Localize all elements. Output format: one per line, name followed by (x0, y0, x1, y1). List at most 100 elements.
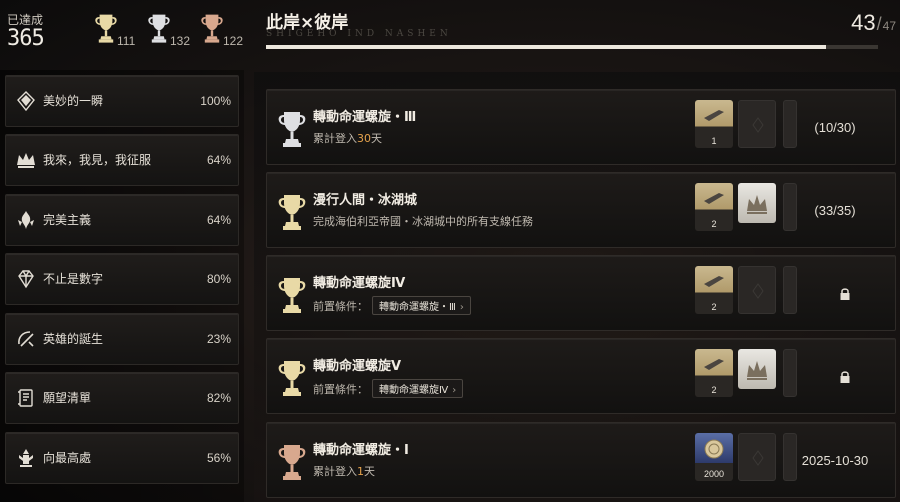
prerequisite-link[interactable]: 轉動命運螺旋Ⅳ › (372, 379, 464, 398)
category-item[interactable]: 向最高處 56% (5, 432, 239, 484)
reward-quantity: 2 (711, 302, 717, 312)
weapon-icon (704, 193, 724, 204)
crown-emblem-icon (747, 361, 767, 380)
reward-item[interactable] (738, 183, 776, 223)
completed-count: 43 (851, 10, 876, 35)
empty-reward-slot (738, 433, 776, 481)
achievement-title: 漫行人間・冰湖城 (313, 193, 418, 208)
achievement-list: 轉動命運螺旋・Ⅲ 累計登入30天 1 (10/30) 漫行人間・冰湖城 完成海伯… (254, 72, 900, 502)
tower-icon (19, 449, 33, 467)
desc-text: 天 (371, 132, 382, 145)
reward-quantity: 2 (711, 219, 717, 229)
diamond-placeholder-icon (752, 283, 764, 299)
desc-text: 累計登入 (313, 465, 357, 478)
diamond-placeholder-icon (752, 450, 764, 466)
empty-reward-slot (783, 349, 797, 397)
category-item[interactable]: 美妙的一瞬 100% (5, 75, 239, 127)
gold-trophy-count: 111 (94, 12, 138, 52)
achievement-description: 完成海伯利亞帝國・冰湖城中的所有支線任務 (313, 215, 533, 228)
achievement-row[interactable]: 轉動命運螺旋Ⅳ 前置條件： 轉動命運螺旋・Ⅲ › 2 (266, 255, 896, 331)
achieved-total: 365 (7, 26, 45, 51)
reward-item[interactable]: 2 (695, 349, 733, 397)
reward-item[interactable]: 2 (695, 183, 733, 231)
gem-icon (18, 270, 34, 289)
desc-highlight: 30 (357, 132, 371, 145)
page-subtitle: SHIGEHO IND NASHEN (266, 29, 452, 39)
achievement-row[interactable]: 轉動命運螺旋・Ⅰ 累計登入1天 2000 2025-10-30 (266, 422, 896, 498)
achievement-row[interactable]: 轉動命運螺旋Ⅴ 前置條件： 轉動命運螺旋Ⅳ › 2 (266, 338, 896, 414)
achievement-title: 轉動命運螺旋・Ⅰ (313, 443, 409, 458)
coin-icon (704, 439, 724, 459)
category-label: 完美主義 (43, 213, 92, 227)
achievement-row[interactable]: 轉動命運螺旋・Ⅲ 累計登入30天 1 (10/30) (266, 89, 896, 165)
prerequisite-name: 轉動命運螺旋・Ⅲ (379, 302, 456, 313)
category-item[interactable]: 完美主義 64% (5, 194, 239, 246)
gold-trophy-icon (277, 193, 307, 233)
empty-reward-slot (738, 266, 776, 314)
achievement-date: 2025-10-30 (801, 453, 869, 468)
prerequisite-label: 前置條件： (313, 383, 368, 396)
category-list: 美妙的一瞬 100% 我來，我見，我征服 64% 完美主義 64% 不止是數字 … (0, 70, 244, 502)
reward-item[interactable] (738, 349, 776, 389)
chevron-right-icon: › (452, 385, 457, 396)
achievement-progress: (10/30) (814, 120, 856, 135)
bronze-trophy-icon (200, 12, 224, 46)
weapon-icon (704, 276, 724, 287)
silver-trophy-icon (147, 12, 171, 46)
crown-emblem-icon (747, 195, 767, 214)
category-percent: 82% (206, 391, 231, 405)
empty-reward-slot (783, 266, 797, 314)
silver-count: 132 (170, 34, 191, 48)
silver-trophy-count: 132 (147, 12, 191, 52)
diamond-placeholder-icon (752, 117, 764, 133)
chevron-right-icon: › (459, 302, 464, 313)
bronze-count: 122 (223, 34, 244, 48)
achievement-prerequisite: 前置條件： 轉動命運螺旋・Ⅲ › (313, 296, 471, 315)
category-percent: 64% (206, 153, 231, 167)
achievement-title: 轉動命運螺旋Ⅳ (313, 276, 406, 291)
gold-trophy-icon (277, 359, 307, 399)
sword-arc-icon (18, 331, 34, 347)
achievement-title: 轉動命運螺旋・Ⅲ (313, 110, 417, 125)
total-count: 47 (882, 19, 896, 33)
reward-quantity: 2 (711, 385, 717, 395)
category-item[interactable]: 我來，我見，我征服 64% (5, 134, 239, 186)
empty-reward-slot (738, 100, 776, 148)
reward-item[interactable]: 2000 (695, 433, 733, 481)
category-percent: 80% (206, 272, 231, 286)
prerequisite-link[interactable]: 轉動命運螺旋・Ⅲ › (372, 296, 471, 315)
achievement-prerequisite: 前置條件： 轉動命運螺旋Ⅳ › (313, 379, 464, 398)
completion-progress-bar (266, 45, 878, 49)
achievement-title: 轉動命運螺旋Ⅴ (313, 359, 402, 374)
scroll-icon (18, 389, 33, 407)
category-item[interactable]: 願望清單 82% (5, 372, 239, 424)
category-label: 不止是數字 (43, 272, 104, 286)
achievement-row[interactable]: 漫行人間・冰湖城 完成海伯利亞帝國・冰湖城中的所有支線任務 2 (33/35) (266, 172, 896, 248)
category-label: 願望清單 (43, 391, 92, 405)
flame-crest-icon (18, 211, 34, 229)
prerequisite-name: 轉動命運螺旋Ⅳ (379, 385, 449, 396)
desc-text: 天 (364, 465, 375, 478)
prerequisite-label: 前置條件： (313, 300, 368, 313)
achievement-summary: 已達成 365 111 132 122 (0, 0, 250, 62)
page-header: 此岸×彼岸 SHIGEHO IND NASHEN 43/47 (258, 0, 900, 62)
diamond-crest-icon (17, 91, 35, 112)
bronze-trophy-icon (277, 443, 307, 483)
crown-icon (17, 153, 35, 168)
category-percent: 100% (200, 94, 231, 108)
reward-item[interactable]: 1 (695, 100, 733, 148)
category-percent: 56% (206, 451, 231, 465)
achievement-description: 累計登入1天 (313, 463, 375, 479)
lock-icon (840, 371, 850, 383)
silver-trophy-icon (277, 110, 307, 150)
desc-highlight: 1 (357, 465, 364, 478)
weapon-icon (704, 359, 724, 370)
category-item[interactable]: 英雄的誕生 23% (5, 313, 239, 365)
gold-count: 111 (117, 34, 136, 48)
category-item[interactable]: 不止是數字 80% (5, 253, 239, 305)
category-percent: 23% (206, 332, 231, 346)
progress-fill (266, 45, 826, 49)
reward-item[interactable]: 2 (695, 266, 733, 314)
lock-icon (840, 288, 850, 300)
category-label: 美妙的一瞬 (43, 94, 104, 108)
